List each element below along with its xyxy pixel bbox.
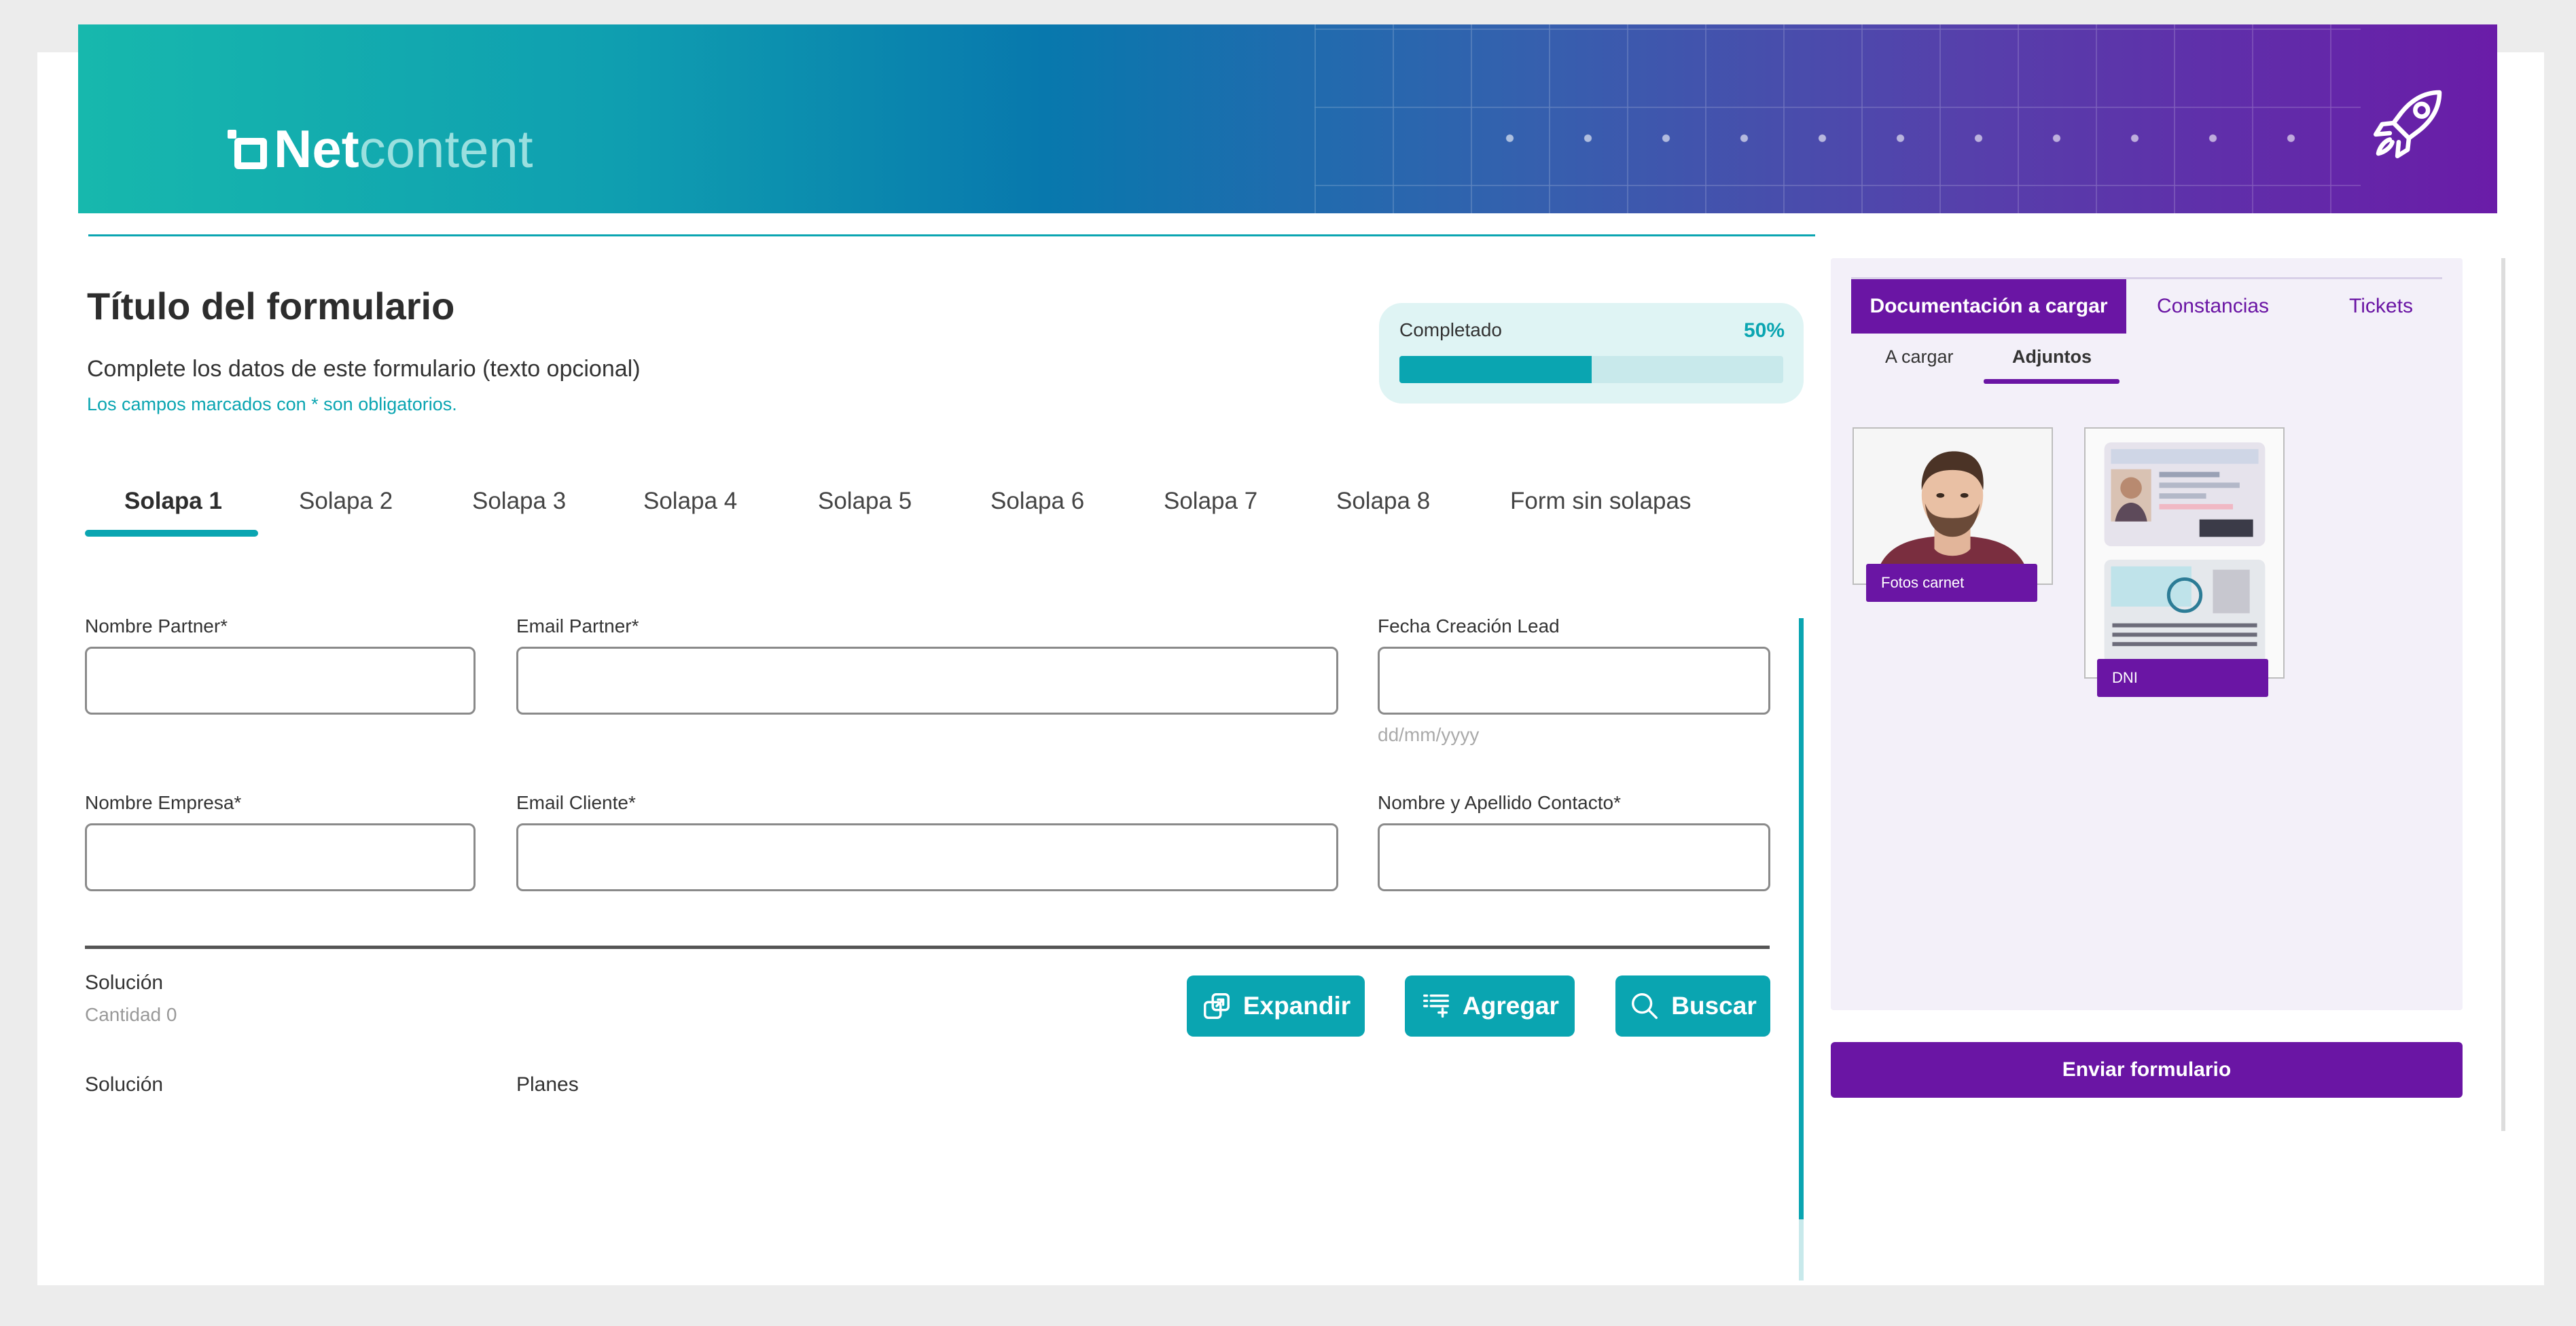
fecha-creacion-input[interactable]	[1378, 647, 1770, 715]
tab-solapa-3[interactable]: Solapa 3	[472, 488, 566, 515]
email-cliente-label: Email Cliente*	[516, 792, 636, 813]
progress-card: Completado 50%	[1379, 303, 1804, 404]
form-scrollbar[interactable]	[1799, 618, 1804, 1230]
portrait-photo-icon	[1854, 429, 2052, 584]
id-card-photo-icon	[2086, 429, 2283, 677]
nombre-partner-label: Nombre Partner*	[85, 615, 228, 637]
buscar-label: Buscar	[1671, 992, 1757, 1020]
rocket-icon[interactable]	[2368, 82, 2450, 164]
tab-solapa-7[interactable]: Solapa 7	[1164, 488, 1257, 515]
expandir-button[interactable]: Expandir	[1187, 975, 1365, 1037]
buscar-button[interactable]: Buscar	[1615, 975, 1770, 1037]
attachment-fotos-carnet[interactable]	[1853, 427, 2053, 585]
column-header-solucion: Solución	[85, 1073, 164, 1096]
active-tab-indicator	[85, 530, 258, 537]
tab-solapa-2[interactable]: Solapa 2	[299, 488, 393, 515]
tab-solapa-8[interactable]: Solapa 8	[1336, 488, 1430, 515]
nombre-partner-input[interactable]	[85, 647, 476, 715]
agregar-label: Agregar	[1463, 992, 1559, 1020]
solucion-section-label: Solución	[85, 971, 164, 994]
progress-track	[1399, 356, 1783, 383]
required-note: Los campos marcados con * son obligatori…	[87, 394, 457, 414]
subtab-adjuntos[interactable]: Adjuntos	[2012, 346, 2092, 368]
attachment-dni[interactable]	[2084, 427, 2285, 679]
send-form-button[interactable]: Enviar formulario	[1831, 1042, 2463, 1098]
active-subtab-indicator	[1984, 379, 2119, 384]
logo-mark-icon	[228, 129, 267, 169]
form-title: Título del formulario	[87, 285, 455, 327]
email-partner-input[interactable]	[516, 647, 1338, 715]
brand-name: Netcontent	[274, 119, 533, 179]
side-tab-tickets[interactable]: Tickets	[2330, 279, 2432, 334]
top-divider	[88, 234, 1815, 236]
attachment-label-fotos: Fotos carnet	[1866, 564, 2037, 602]
banner-dots-decoration	[1471, 99, 2354, 187]
documents-panel: Documentación a cargar Constancias Ticke…	[1831, 258, 2463, 1010]
column-header-planes: Planes	[516, 1073, 579, 1096]
brand-logo[interactable]: Netcontent	[228, 118, 533, 180]
subtab-a-cargar[interactable]: A cargar	[1885, 346, 1954, 368]
expandir-label: Expandir	[1242, 992, 1351, 1020]
form-tabs: Solapa 1 Solapa 2 Solapa 3 Solapa 4 Sola…	[85, 476, 1783, 537]
email-cliente-input[interactable]	[516, 823, 1338, 891]
expand-icon	[1203, 993, 1230, 1019]
add-list-icon	[1423, 994, 1450, 1018]
progress-label: Completado	[1399, 319, 1502, 340]
fecha-creacion-label: Fecha Creación Lead	[1378, 615, 1560, 637]
tab-form-sin-solapas[interactable]: Form sin solapas	[1510, 488, 1691, 515]
tab-solapa-1[interactable]: Solapa 1	[124, 488, 222, 515]
side-tab-documentacion[interactable]: Documentación a cargar	[1851, 279, 2126, 334]
search-icon	[1632, 993, 1658, 1019]
side-panel-scrollbar[interactable]	[2501, 258, 2505, 1131]
nombre-empresa-input[interactable]	[85, 823, 476, 891]
nombre-contacto-label: Nombre y Apellido Contacto*	[1378, 792, 1621, 813]
attachment-label-dni: DNI	[2097, 659, 2268, 697]
form-subtitle: Complete los datos de este formulario (t…	[87, 356, 641, 382]
tab-solapa-5[interactable]: Solapa 5	[818, 488, 912, 515]
header-banner: Netcontent	[78, 24, 2497, 213]
email-partner-label: Email Partner*	[516, 615, 639, 637]
tab-solapa-6[interactable]: Solapa 6	[990, 488, 1084, 515]
nombre-empresa-label: Nombre Empresa*	[85, 792, 242, 813]
fecha-format-hint: dd/mm/yyyy	[1378, 724, 1480, 745]
agregar-button[interactable]: Agregar	[1405, 975, 1575, 1037]
tab-solapa-4[interactable]: Solapa 4	[643, 488, 737, 515]
solucion-count: Cantidad 0	[85, 1004, 177, 1025]
nombre-contacto-input[interactable]	[1378, 823, 1770, 891]
side-tab-constancias[interactable]: Constancias	[2140, 279, 2286, 334]
progress-percent: 50%	[1743, 319, 1785, 342]
progress-fill	[1399, 356, 1592, 383]
section-separator	[85, 946, 1770, 949]
form-scrollbar-track	[1799, 1219, 1804, 1280]
